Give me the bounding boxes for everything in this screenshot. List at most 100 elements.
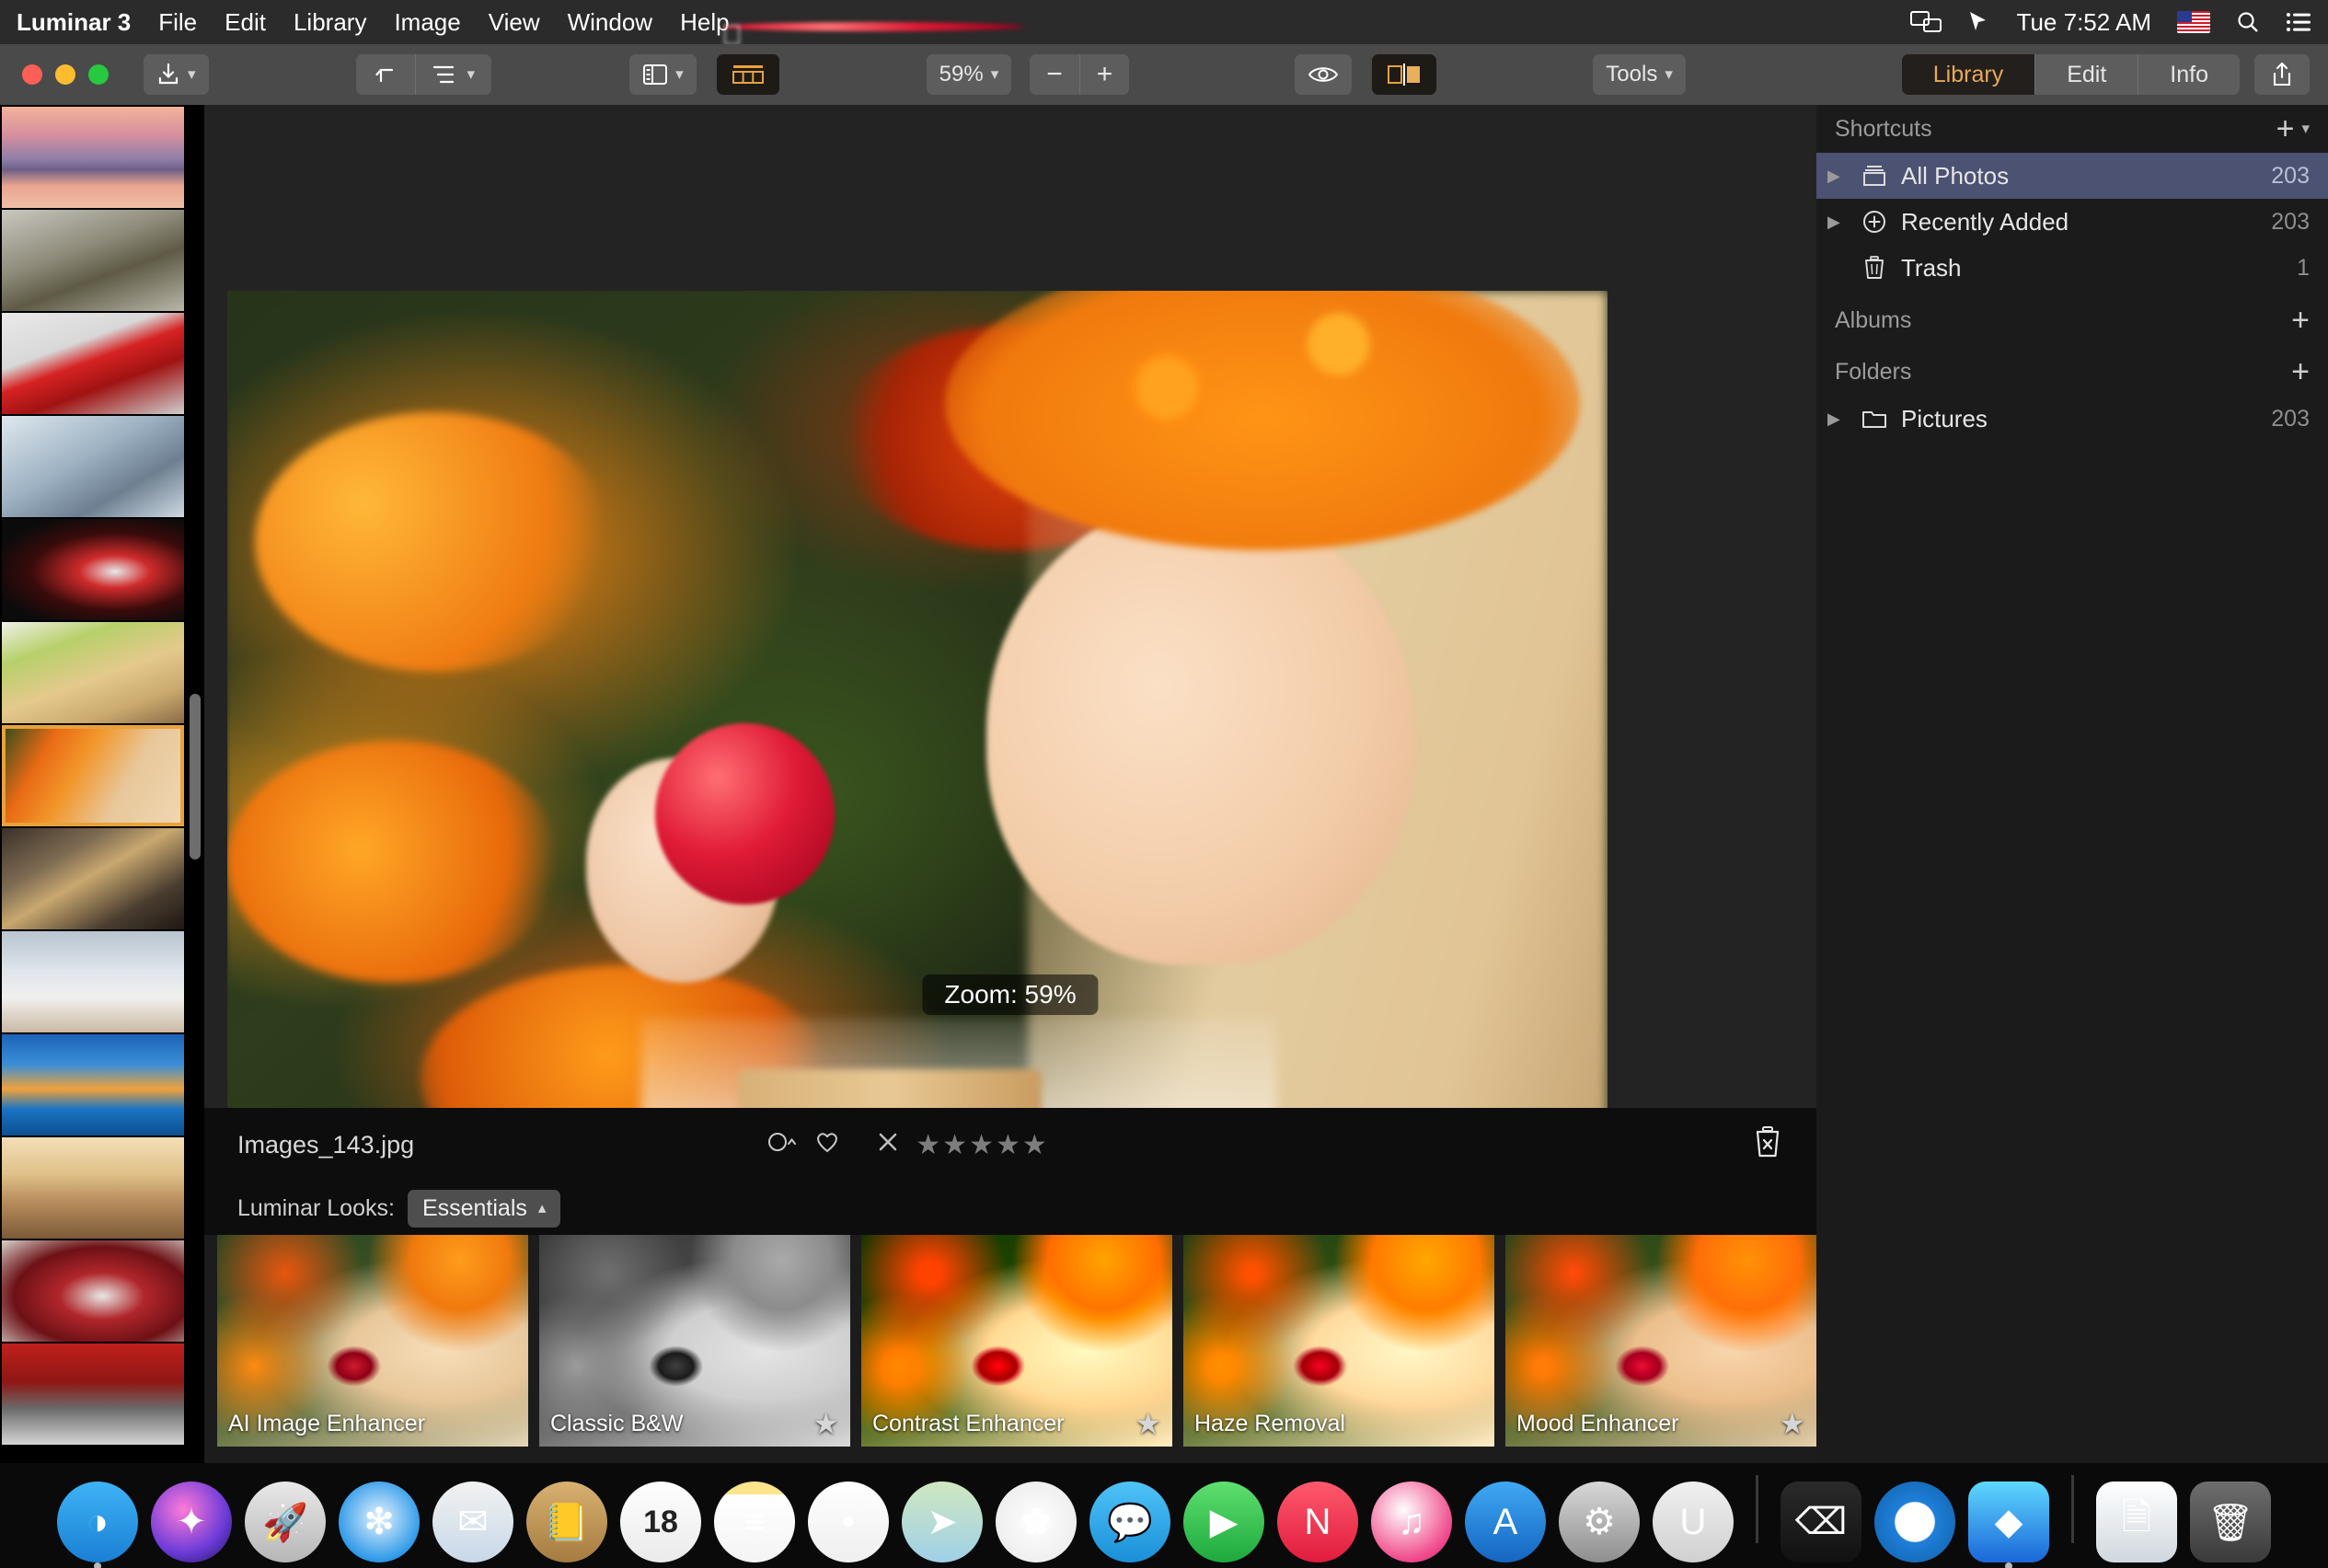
- close-button[interactable]: [22, 64, 42, 85]
- dock-icon-app-store[interactable]: A: [1465, 1482, 1546, 1562]
- dock-icon-system-preferences[interactable]: ⚙: [1559, 1482, 1640, 1562]
- filmstrip-sailboats-thumb[interactable]: [2, 931, 184, 1032]
- look-card[interactable]: Haze Removal: [1183, 1235, 1494, 1447]
- menu-window[interactable]: Window: [568, 8, 652, 37]
- filmstrip-toggle[interactable]: [716, 54, 779, 95]
- photo-canvas[interactable]: Zoom: 59%: [204, 105, 1816, 1156]
- tools-button[interactable]: Tools ▾: [1593, 54, 1686, 95]
- filmstrip-creature-thumb[interactable]: [2, 210, 184, 311]
- filmstrip-panel[interactable]: [0, 105, 204, 1463]
- menubar-clock[interactable]: Tue 7:52 AM: [2017, 8, 2151, 37]
- undo-button[interactable]: [356, 54, 415, 95]
- menu-file[interactable]: File: [158, 8, 197, 37]
- sidebar-item-recently-added[interactable]: ▶ Recently Added 203: [1816, 199, 2328, 245]
- dock-icon-itunes[interactable]: ♫: [1371, 1482, 1452, 1562]
- us-flag-icon[interactable]: [2177, 11, 2210, 33]
- disclosure-triangle-icon[interactable]: ▶: [1827, 213, 1848, 232]
- menu-edit[interactable]: Edit: [225, 8, 266, 37]
- dock-icon-safari[interactable]: ❇: [339, 1482, 420, 1562]
- dock-icon-downloads-stack[interactable]: 🗎: [2096, 1482, 2177, 1562]
- menu-view[interactable]: View: [489, 8, 540, 37]
- reject-x-icon[interactable]: [877, 1131, 899, 1159]
- sort-list-button[interactable]: ▾: [414, 54, 492, 95]
- disclosure-triangle-icon[interactable]: ▶: [1827, 409, 1848, 429]
- filmstrip-cherries-thumb[interactable]: [2, 1240, 184, 1342]
- dock-icon-facetime[interactable]: ▶: [1183, 1482, 1264, 1562]
- star-4[interactable]: ★: [996, 1129, 1020, 1161]
- looks-category-button[interactable]: Essentials ▴: [407, 1189, 561, 1228]
- preview-toggle[interactable]: [1295, 54, 1353, 95]
- dock-icon-contacts[interactable]: 📒: [526, 1482, 607, 1562]
- share-button[interactable]: [2254, 54, 2310, 95]
- apple-menu-icon[interactable]: : [721, 21, 1025, 50]
- main-photo[interactable]: [227, 291, 1608, 1156]
- filmstrip-sunset-lake-thumb[interactable]: [2, 107, 184, 208]
- dock-icon-notes[interactable]: ≡: [714, 1482, 795, 1562]
- menu-image[interactable]: Image: [394, 8, 460, 37]
- dock-icon-messages[interactable]: 💬: [1089, 1482, 1170, 1562]
- filmstrip-interior-lounge-thumb[interactable]: [2, 828, 184, 929]
- compare-toggle[interactable]: [1372, 54, 1437, 95]
- star-1[interactable]: ★: [916, 1129, 940, 1161]
- star-5[interactable]: ★: [1022, 1129, 1047, 1161]
- look-card[interactable]: Mood Enhancer ★: [1505, 1235, 1816, 1447]
- disclosure-triangle-icon[interactable]: ▶: [1827, 167, 1848, 186]
- tab-info[interactable]: Info: [2138, 54, 2240, 95]
- dock-icon-launchpad[interactable]: 🚀: [245, 1482, 326, 1562]
- dock-icon-mail[interactable]: ✉: [432, 1482, 513, 1562]
- filmstrip-sunset-model-thumb[interactable]: [2, 1137, 184, 1239]
- tab-library[interactable]: Library: [1901, 54, 2035, 95]
- dock-icon-trash[interactable]: 🗑: [2190, 1482, 2271, 1562]
- look-card[interactable]: AI Image Enhancer: [217, 1235, 528, 1447]
- menu-app-name[interactable]: Luminar 3: [17, 8, 131, 37]
- color-label-icon[interactable]: [766, 1130, 798, 1160]
- add-shortcut-button[interactable]: + ▾: [2276, 111, 2310, 147]
- filmstrip-machinery-thumb[interactable]: [2, 416, 184, 517]
- sidebar-item-all-photos[interactable]: ▶ All Photos 203: [1816, 153, 2328, 199]
- zoom-out-button[interactable]: −: [1030, 54, 1079, 95]
- maximize-button[interactable]: [88, 64, 109, 85]
- zoom-level-button[interactable]: 59% ▾: [926, 54, 1012, 95]
- look-favorite-star-icon[interactable]: ★: [812, 1406, 839, 1441]
- tab-edit[interactable]: Edit: [2034, 54, 2138, 95]
- filmstrip-red-sports-car-thumb[interactable]: [2, 313, 184, 414]
- look-card[interactable]: Contrast Enhancer ★: [861, 1235, 1172, 1447]
- filmstrip-red-shoe-thumb[interactable]: [2, 519, 184, 620]
- filmstrip-food-plate-thumb[interactable]: [2, 622, 184, 723]
- dock-icon-reminders[interactable]: •: [808, 1482, 889, 1562]
- macos-dock[interactable]: ◑ ✦ 🚀 ❇ ✉ 📒 18 ≡ • ➤ ✿ 💬 ▶ N ♫ A ⚙ U ⌫ ⓘ ◆ 🗎 🗑: [0, 1463, 2328, 1568]
- side-panel-toggle[interactable]: ▾: [629, 54, 697, 95]
- dock-icon-calendar[interactable]: 18: [620, 1482, 701, 1562]
- pointer-icon[interactable]: [1967, 10, 1991, 34]
- star-3[interactable]: ★: [969, 1129, 994, 1161]
- look-card[interactable]: Classic B&W ★: [539, 1235, 850, 1447]
- add-album-button[interactable]: +: [2291, 303, 2310, 339]
- star-2[interactable]: ★: [942, 1129, 967, 1161]
- export-button[interactable]: ▾: [144, 54, 209, 95]
- sidebar-item-pictures[interactable]: ▶ Pictures 203: [1816, 396, 2328, 442]
- search-icon[interactable]: [2236, 10, 2260, 34]
- dock-icon-photos[interactable]: ✿: [996, 1482, 1077, 1562]
- filmstrip-berry-girl-thumb[interactable]: [2, 725, 184, 826]
- sidebar-item-trash[interactable]: Trash 1: [1816, 245, 2328, 291]
- zoom-in-button[interactable]: +: [1078, 54, 1130, 95]
- add-folder-button[interactable]: +: [2291, 354, 2310, 390]
- control-center-icon[interactable]: [2286, 12, 2311, 32]
- menu-library[interactable]: Library: [294, 8, 366, 37]
- dock-icon-maps[interactable]: ➤: [902, 1482, 983, 1562]
- trash-x-icon[interactable]: [1752, 1124, 1783, 1166]
- dock-icon-finder[interactable]: ◑: [57, 1482, 138, 1568]
- dock-icon-terminal[interactable]: ⌫: [1781, 1482, 1861, 1562]
- look-favorite-star-icon[interactable]: ★: [1135, 1406, 1161, 1441]
- minimize-button[interactable]: [55, 64, 75, 85]
- dock-icon-luminar[interactable]: ◆: [1968, 1482, 2049, 1568]
- star-rating[interactable]: ★ ★ ★ ★ ★: [916, 1129, 1047, 1161]
- dock-icon-news[interactable]: N: [1277, 1482, 1358, 1562]
- filmstrip-red-garage-thumb[interactable]: [2, 1343, 184, 1445]
- screen-mirroring-icon[interactable]: [1909, 10, 1942, 34]
- luminar-looks-strip[interactable]: AI Image Enhancer Classic B&W ★ Contrast En…: [204, 1235, 1816, 1463]
- dock-icon-siri[interactable]: ✦: [151, 1482, 232, 1562]
- heart-icon[interactable]: [814, 1130, 840, 1160]
- filmstrip-beach-resort-thumb[interactable]: [2, 1034, 184, 1136]
- dock-icon-magnet[interactable]: U: [1653, 1482, 1734, 1562]
